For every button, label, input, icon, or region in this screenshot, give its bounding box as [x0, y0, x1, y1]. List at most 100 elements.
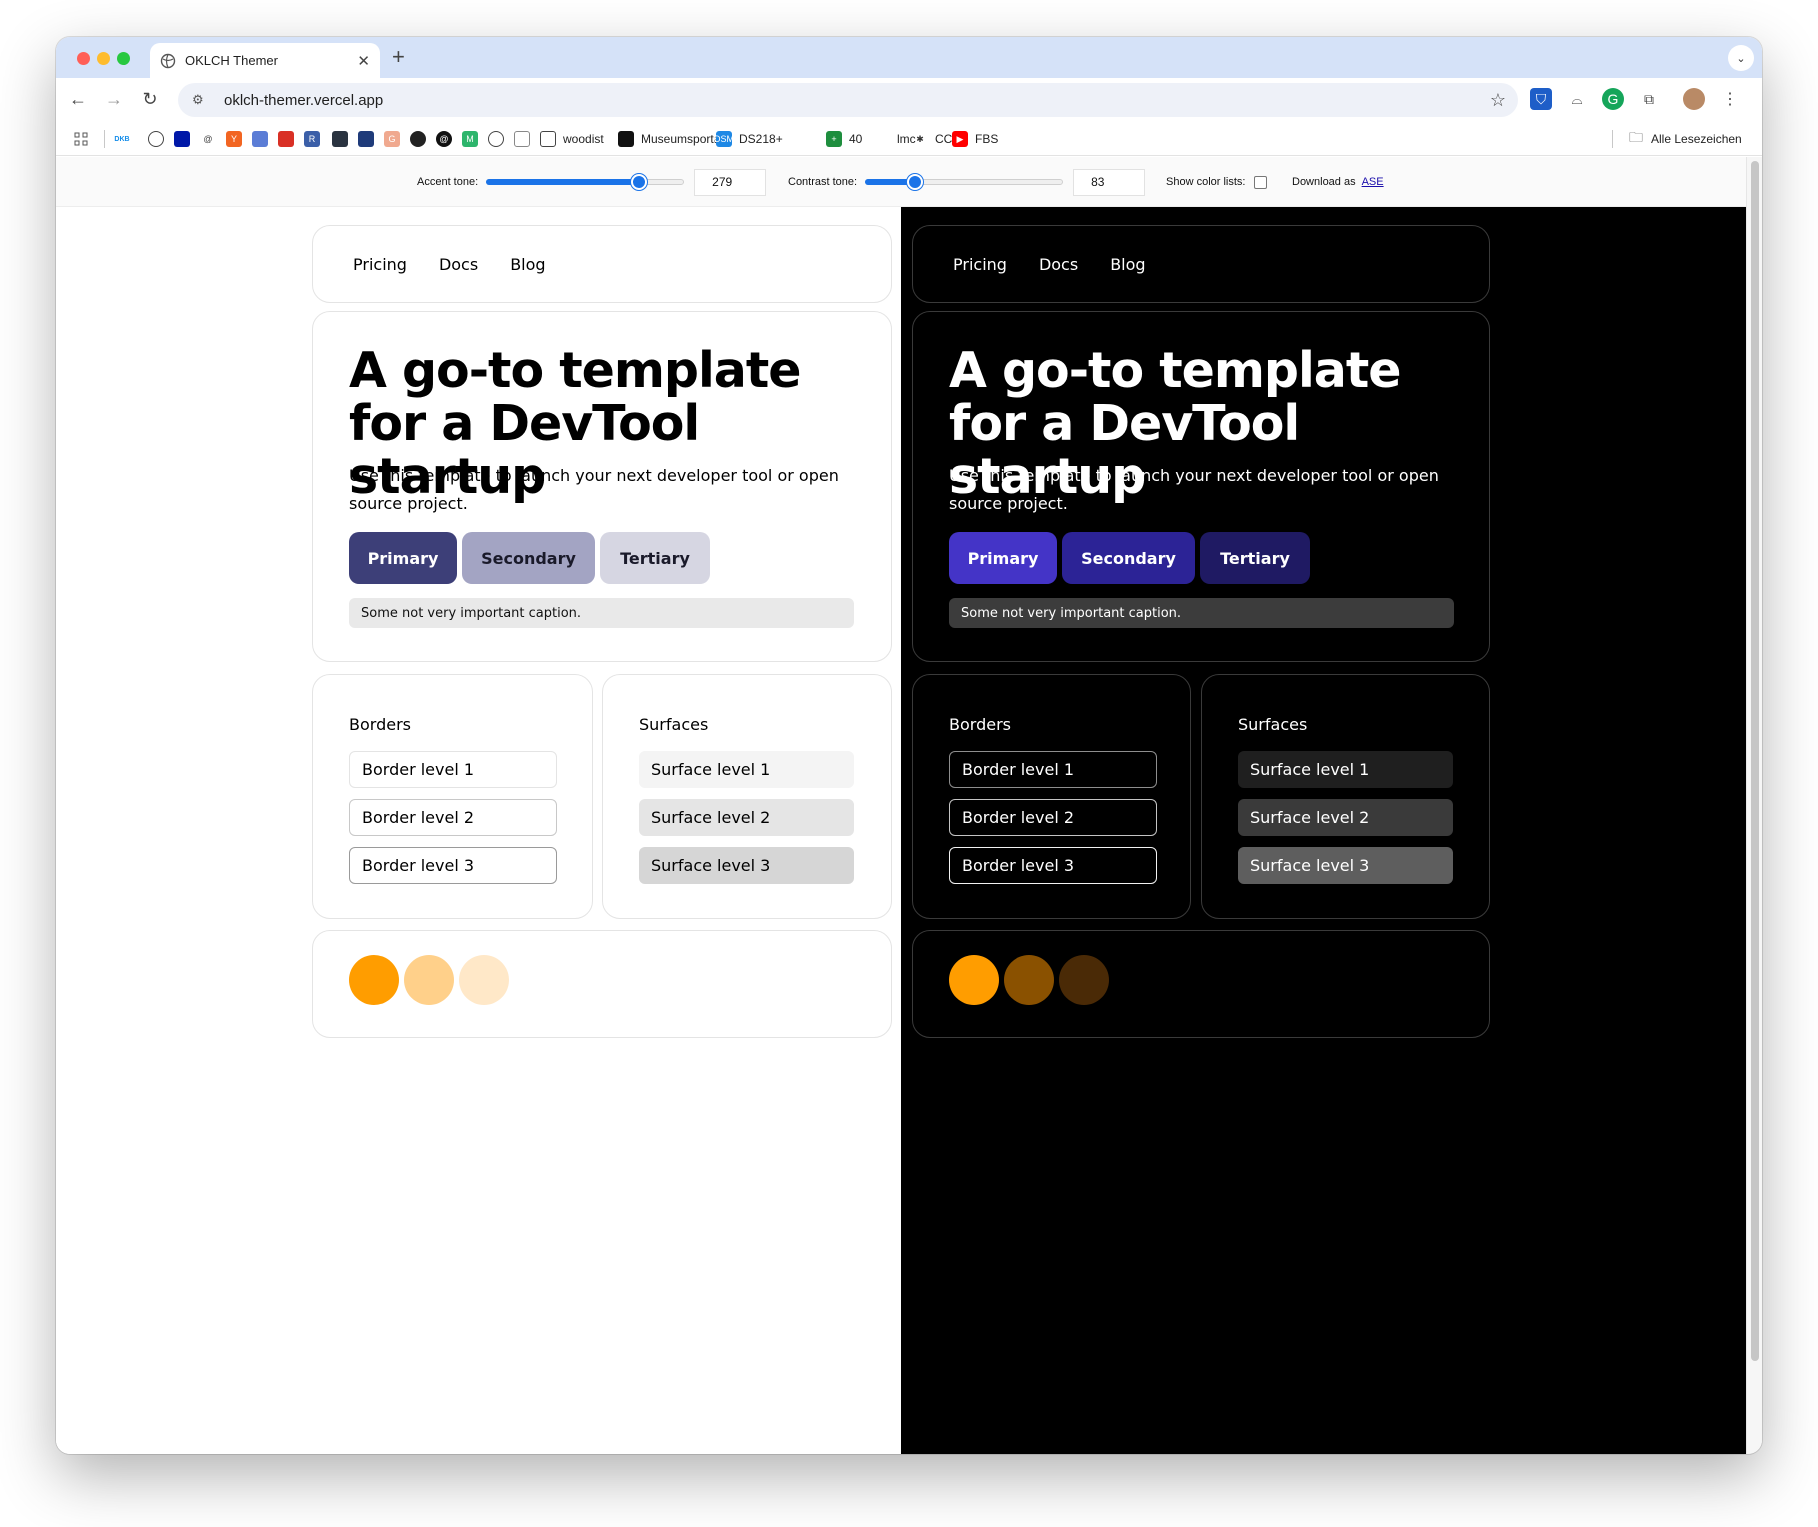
- bookmark-item[interactable]: [358, 130, 381, 148]
- new-tab-button[interactable]: +: [392, 45, 405, 69]
- surfaces-heading: Surfaces: [1238, 715, 1308, 734]
- bookmark-item[interactable]: DKB: [114, 130, 137, 148]
- bookmark-item[interactable]: [332, 130, 355, 148]
- tab-title: OKLCH Themer: [185, 53, 278, 68]
- primary-button[interactable]: Primary: [349, 532, 457, 584]
- nav-link-blog[interactable]: Blog: [510, 255, 545, 274]
- contrast-number-input[interactable]: 83: [1073, 168, 1146, 196]
- back-arrow-icon[interactable]: ←: [66, 87, 90, 111]
- accent-slider-handle[interactable]: [630, 174, 647, 190]
- globe-icon: [148, 131, 164, 147]
- bookmark-item[interactable]: G: [384, 130, 407, 148]
- secondary-button[interactable]: Secondary: [462, 532, 595, 584]
- nav-link-pricing[interactable]: Pricing: [353, 255, 407, 274]
- bookmark-item[interactable]: [252, 130, 275, 148]
- tertiary-button[interactable]: Tertiary: [600, 532, 710, 584]
- surface-level-2: Surface level 2: [1238, 799, 1453, 836]
- themer-controls: Accent tone: 279 Contrast tone: 83 Show …: [56, 157, 1746, 207]
- bookmark-item[interactable]: [278, 130, 301, 148]
- dark-preview: Pricing Docs Blog A go-to template for a…: [901, 207, 1746, 1454]
- bookmark-item[interactable]: [410, 130, 433, 148]
- hero-body: Use this template to launch your next de…: [949, 466, 1439, 513]
- bookmark-item[interactable]: [514, 130, 537, 148]
- square-icon: [618, 131, 634, 147]
- bookmark-item[interactable]: lmc: [874, 130, 916, 148]
- borders-card: Borders Border level 1 Border level 2 Bo…: [312, 674, 593, 919]
- bookmark-item[interactable]: ▶ FBS: [952, 130, 998, 148]
- bookmark-item[interactable]: woodist: [540, 130, 604, 148]
- bookmark-item[interactable]: ✱ CC: [912, 130, 952, 148]
- bookmark-label: 40: [849, 132, 863, 146]
- bookmark-item[interactable]: [174, 130, 197, 148]
- button-row: Primary Secondary Tertiary: [349, 532, 710, 584]
- minimize-window-button[interactable]: [97, 52, 110, 65]
- accent-number-input[interactable]: 279: [694, 168, 767, 196]
- extensions-puzzle-icon[interactable]: ⧉: [1638, 88, 1660, 110]
- grammarly-extension-icon[interactable]: G: [1602, 88, 1624, 110]
- page-viewport: Accent tone: 279 Contrast tone: 83 Show …: [56, 157, 1746, 1454]
- m-icon: M: [462, 131, 478, 147]
- bookmark-label: DS218+: [739, 132, 783, 146]
- nav-link-pricing[interactable]: Pricing: [953, 255, 1007, 274]
- bookmark-item[interactable]: @: [200, 130, 223, 148]
- address-bar[interactable]: ⚙ oklch-themer.vercel.app ☆: [178, 83, 1518, 117]
- pencil-icon: [874, 131, 890, 147]
- dots-icon: [332, 131, 348, 147]
- forward-arrow-icon[interactable]: →: [102, 87, 126, 111]
- site-settings-icon[interactable]: ⚙: [192, 92, 210, 108]
- swatch-card: [312, 930, 892, 1038]
- deutsche-bank-icon: [174, 131, 190, 147]
- border-level-1: Border level 1: [949, 751, 1157, 788]
- bookmark-item[interactable]: Y: [226, 130, 249, 148]
- border-level-3: Border level 3: [949, 847, 1157, 884]
- browser-tab[interactable]: OKLCH Themer ✕: [150, 43, 380, 78]
- bookmark-item[interactable]: R: [304, 130, 327, 148]
- search-box-icon: [514, 131, 530, 147]
- secondary-button[interactable]: Secondary: [1062, 532, 1195, 584]
- nav-link-blog[interactable]: Blog: [1110, 255, 1145, 274]
- contrast-slider-handle[interactable]: [906, 174, 923, 190]
- bookmark-item[interactable]: M: [462, 130, 485, 148]
- maximize-window-button[interactable]: [117, 52, 130, 65]
- download-ase-link[interactable]: ASE: [1362, 176, 1384, 188]
- all-bookmarks-folder[interactable]: 🗀 Alle Lesezeichen: [1628, 129, 1742, 148]
- bitwarden-extension-icon[interactable]: ⛉: [1530, 88, 1552, 110]
- surface-level-1: Surface level 1: [1238, 751, 1453, 788]
- accent-swatch-3: [459, 955, 509, 1005]
- clock-icon: [252, 131, 268, 147]
- more-menu-icon[interactable]: ⋮: [1719, 88, 1741, 110]
- accent-slider[interactable]: [486, 174, 685, 190]
- tertiary-button[interactable]: Tertiary: [1200, 532, 1310, 584]
- bookmark-item[interactable]: [148, 130, 171, 148]
- close-window-button[interactable]: [77, 52, 90, 65]
- folder-icon: [540, 131, 556, 147]
- bookmark-label: Museumsportal: [641, 132, 724, 146]
- bookmark-item[interactable]: [488, 130, 511, 148]
- sunglasses-extension-icon[interactable]: ⌓: [1566, 88, 1588, 110]
- bookmark-item[interactable]: Museumsportal: [618, 130, 723, 148]
- bookmark-item[interactable]: DSM DS218+: [714, 130, 783, 148]
- tab-search-chevron-icon[interactable]: ⌄: [1728, 45, 1754, 71]
- border-level-3: Border level 3: [349, 847, 557, 884]
- surfaces-card: Surfaces Surface level 1 Surface level 2…: [1201, 674, 1490, 919]
- page-scrollbar[interactable]: [1746, 157, 1762, 1454]
- nav-link-docs[interactable]: Docs: [1039, 255, 1078, 274]
- show-lists-checkbox[interactable]: [1254, 175, 1268, 189]
- bookmark-item[interactable]: +40: [826, 130, 862, 148]
- apps-grid-icon[interactable]: [74, 130, 88, 148]
- accent-label: Accent tone:: [417, 176, 479, 188]
- bookmark-star-icon[interactable]: ☆: [1490, 90, 1506, 111]
- nav-link-docs[interactable]: Docs: [439, 255, 478, 274]
- scrollbar-thumb[interactable]: [1751, 161, 1759, 1361]
- bookmark-item[interactable]: @: [436, 130, 459, 148]
- color-swatches: [349, 955, 509, 1005]
- reload-icon[interactable]: ↻: [138, 87, 162, 111]
- tab-close-icon[interactable]: ✕: [357, 52, 370, 70]
- circle-icon: [410, 131, 426, 147]
- bookmarks-separator: [104, 130, 105, 148]
- contrast-slider[interactable]: [865, 174, 1064, 190]
- surfaces-heading: Surfaces: [639, 715, 709, 734]
- profile-avatar[interactable]: [1683, 88, 1705, 110]
- primary-button[interactable]: Primary: [949, 532, 1057, 584]
- color-swatches: [949, 955, 1109, 1005]
